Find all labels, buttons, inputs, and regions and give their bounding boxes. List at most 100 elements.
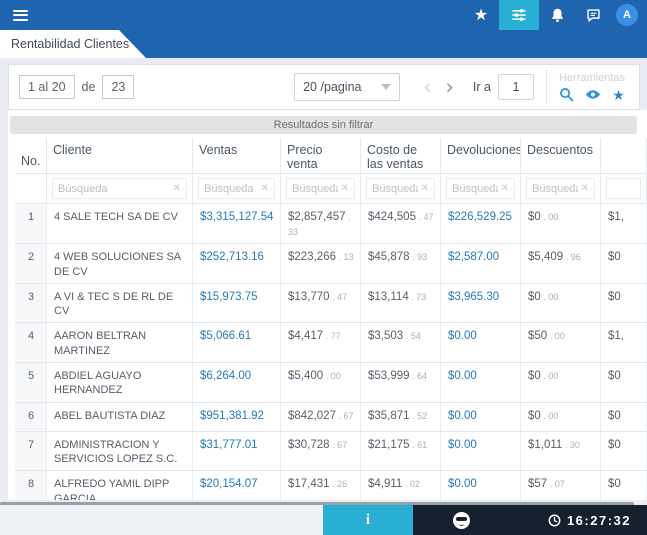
search-input-extra[interactable]: [612, 182, 635, 195]
search-box-devoluciones[interactable]: ✕: [446, 178, 515, 199]
costo-int: $3,503: [368, 330, 404, 343]
clear-search-icon[interactable]: ✕: [338, 183, 349, 194]
clear-search-icon[interactable]: ✕: [498, 183, 509, 194]
cell-devoluciones[interactable]: $0.00: [441, 431, 521, 471]
sliders-icon[interactable]: [499, 0, 539, 30]
cell-ventas[interactable]: $31,777.01: [193, 431, 281, 471]
search-icon[interactable]: [559, 87, 574, 102]
previous-page-button[interactable]: ‹: [416, 77, 438, 98]
cell-ventas[interactable]: $20,154.07: [193, 471, 281, 500]
cell-ventas[interactable]: $252,713.16: [193, 244, 281, 283]
cell-cliente: 4 SALE TECH SA DE CV: [47, 204, 193, 244]
hamburger-menu-icon[interactable]: [13, 7, 28, 23]
table-row[interactable]: 6 ABEL BAUTISTA DIAZ $951,381.92 $842,02…: [15, 402, 647, 432]
cell-devoluciones[interactable]: $0.00: [441, 402, 521, 431]
cell-ventas[interactable]: $951,381.92: [193, 402, 281, 431]
search-input-ventas[interactable]: [204, 182, 258, 195]
column-header-ventas[interactable]: Ventas: [193, 138, 281, 173]
ventas-link[interactable]: $20,154.07: [200, 478, 258, 490]
cell-devoluciones[interactable]: $0.00: [441, 323, 521, 363]
row-number: 4: [15, 323, 47, 363]
ventas-link[interactable]: $5,066.61: [200, 330, 251, 342]
desc-int: $50: [528, 330, 548, 343]
cell-devoluciones[interactable]: $0.00: [441, 471, 521, 500]
column-header-cliente[interactable]: Cliente: [47, 138, 193, 173]
column-header-no[interactable]: No.: [15, 138, 47, 173]
precio-int: $4,417: [288, 330, 324, 343]
search-box-precio[interactable]: ✕: [286, 178, 355, 199]
tab-bar: Rentabilidad Clientes ✕: [0, 30, 647, 58]
clear-search-icon[interactable]: ✕: [170, 183, 181, 194]
precio-dec: 00: [323, 371, 341, 381]
search-box-cliente[interactable]: ✕: [52, 178, 187, 199]
search-box-extra[interactable]: [606, 178, 641, 199]
devoluciones-link[interactable]: $0.00: [448, 478, 477, 490]
row-number: 6: [15, 402, 47, 431]
devoluciones-link[interactable]: $3,965.30: [448, 291, 499, 303]
search-input-devoluciones[interactable]: [452, 182, 498, 195]
cell-ventas[interactable]: $5,066.61: [193, 323, 281, 363]
table-row[interactable]: 5 ABDIEL AGUAYO HERNANDEZ $6,264.00 $5,4…: [15, 363, 647, 403]
row-number: 3: [15, 283, 47, 323]
search-input-descuentos[interactable]: [532, 182, 578, 195]
main-content: 1 al 20 de 23 20 /pagina ‹ › Ir a Herram…: [0, 58, 647, 505]
devoluciones-link[interactable]: $226,529.25: [448, 211, 512, 223]
tab-rentabilidad-clientes[interactable]: Rentabilidad Clientes ✕: [0, 30, 146, 58]
table-row[interactable]: 2 4 WEB SOLUCIONES SA DE CV $252,713.16 …: [15, 244, 647, 284]
row-number: 2: [15, 244, 47, 283]
column-header-precio-venta[interactable]: Precio venta: [281, 138, 361, 173]
visibility-eye-icon[interactable]: [585, 89, 601, 100]
cell-devoluciones[interactable]: $226,529.25: [441, 204, 521, 244]
cell-devoluciones[interactable]: $3,965.30: [441, 283, 521, 323]
notifications-bell-icon[interactable]: [539, 0, 575, 30]
page-size-dropdown[interactable]: 20 /pagina: [294, 73, 401, 101]
cell-ventas[interactable]: $3,315,127.54: [193, 204, 281, 244]
tab-close-icon[interactable]: ✕: [135, 38, 144, 51]
results-panel: Resultados sin filtrar No. Cliente Venta…: [8, 110, 647, 500]
cell-devoluciones[interactable]: $0.00: [441, 363, 521, 402]
cell-ventas[interactable]: $6,264.00: [193, 363, 281, 402]
search-input-cliente[interactable]: [58, 182, 170, 195]
star-icon[interactable]: ★: [463, 0, 499, 30]
ventas-link[interactable]: $31,777.01: [200, 439, 258, 451]
devoluciones-link[interactable]: $0.00: [448, 439, 477, 451]
ventas-link[interactable]: $6,264.00: [200, 370, 251, 382]
favorite-star-icon[interactable]: ★: [612, 88, 625, 102]
devoluciones-link[interactable]: $0.00: [448, 410, 477, 422]
cell-devoluciones[interactable]: $2,587.00: [441, 244, 521, 283]
cell-extra: $1,: [601, 204, 647, 244]
chat-icon[interactable]: [575, 0, 611, 30]
column-header-costo-ventas[interactable]: Costo de las ventas: [361, 138, 441, 173]
table-row[interactable]: 3 A VI & TEC S DE RL DE CV $15,973.75 $1…: [15, 283, 647, 324]
devoluciones-link[interactable]: $2,587.00: [448, 251, 499, 263]
goto-page-input[interactable]: [497, 74, 534, 100]
table-row[interactable]: 8 ALFREDO YAMIL DIPP GARCIA $20,154.07 $…: [15, 471, 647, 500]
search-input-costo[interactable]: [372, 182, 418, 195]
table-row[interactable]: 4 AARON BELTRAN MARTINEZ $5,066.61 $4,41…: [15, 323, 647, 364]
search-input-precio[interactable]: [292, 182, 338, 195]
ventas-link[interactable]: $3,315,127.54: [200, 211, 274, 223]
next-page-button[interactable]: ›: [439, 77, 461, 98]
info-button[interactable]: i: [323, 505, 413, 535]
clock-time: 16:27:32: [566, 512, 631, 528]
table-row[interactable]: 7 ADMINISTRACION Y SERVICIOS LOPEZ S.C. …: [15, 431, 647, 472]
search-box-descuentos[interactable]: ✕: [526, 178, 595, 199]
clear-search-icon[interactable]: ✕: [418, 183, 429, 194]
clock-icon: [548, 514, 561, 526]
column-header-descuentos[interactable]: Descuentos: [521, 138, 601, 173]
table-row[interactable]: 1 4 SALE TECH SA DE CV $3,315,127.54 $2,…: [15, 204, 647, 245]
cell-descuentos: $1,01130: [521, 431, 601, 471]
clear-search-icon[interactable]: ✕: [258, 183, 269, 194]
column-header-devoluciones[interactable]: Devoluciones: [441, 138, 521, 173]
ventas-link[interactable]: $15,973.75: [200, 291, 258, 303]
ventas-link[interactable]: $252,713.16: [200, 251, 264, 263]
ventas-link[interactable]: $951,381.92: [200, 410, 264, 422]
search-box-costo[interactable]: ✕: [366, 178, 435, 199]
user-avatar[interactable]: A: [616, 4, 638, 26]
cell-ventas[interactable]: $15,973.75: [193, 283, 281, 323]
devoluciones-link[interactable]: $0.00: [448, 330, 477, 342]
clear-search-icon[interactable]: ✕: [578, 183, 589, 194]
assistant-face-icon[interactable]: [453, 511, 470, 529]
search-box-ventas[interactable]: ✕: [198, 178, 275, 199]
devoluciones-link[interactable]: $0.00: [448, 370, 477, 382]
